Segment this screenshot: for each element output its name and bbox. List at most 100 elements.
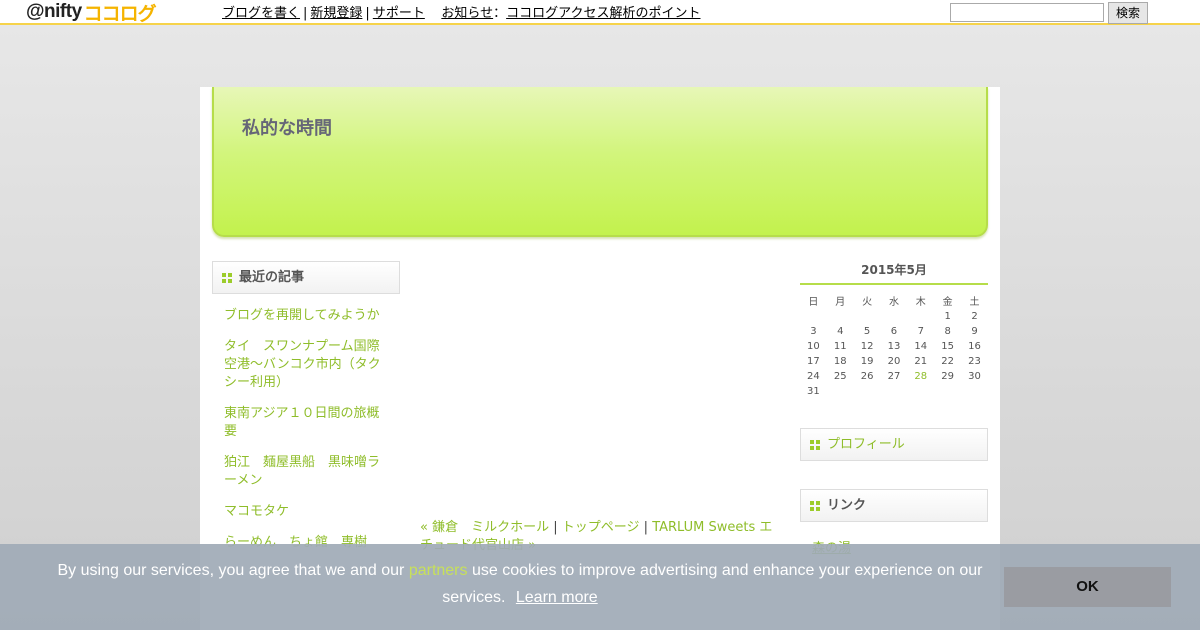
recent-post-link[interactable]: 東南アジア１０日間の旅概要 bbox=[224, 405, 384, 441]
calendar-day: 16 bbox=[968, 341, 981, 352]
calendar-day bbox=[961, 384, 988, 399]
logo-brand: ココログ bbox=[83, 3, 157, 25]
calendar-day bbox=[854, 309, 881, 324]
bullet-squares-icon bbox=[222, 273, 232, 283]
nav-separator: | bbox=[365, 6, 370, 21]
calendar-day: 30 bbox=[968, 371, 981, 382]
calendar-day: 3 bbox=[810, 326, 817, 337]
nav-write-blog[interactable]: ブログを書く bbox=[222, 6, 300, 21]
calendar-day: 14 bbox=[914, 341, 928, 352]
calendar-day: 27 bbox=[887, 371, 901, 382]
calendar-day: 1 bbox=[944, 311, 951, 322]
calendar-day: 26 bbox=[860, 371, 874, 382]
nav-separator: | bbox=[643, 520, 649, 535]
search-input[interactable] bbox=[950, 3, 1104, 22]
calendar-week-row: 31 bbox=[800, 384, 988, 399]
calendar-day-link[interactable]: 28 bbox=[907, 369, 934, 384]
weekday-label: 土 bbox=[969, 296, 980, 308]
top-page-link[interactable]: トップページ bbox=[562, 520, 640, 535]
calendar-day: 29 bbox=[941, 371, 954, 382]
calendar-days: 1 2 3 4 5 6 7 8 9 10 11 12 13 14 15 16 17 18 19 20 21 22 23 24 2… bbox=[800, 309, 988, 399]
calendar-day: 21 bbox=[914, 356, 928, 367]
cookie-text-before: By using our services, you agree that we… bbox=[57, 562, 409, 579]
calendar: 日 月 火 水 木 金 土 1 2 3 4 5 6 7 8 9 10 11 12 13 14 15 16 17 1… bbox=[800, 291, 988, 399]
calendar-week-row: 10 11 12 13 14 15 16 bbox=[800, 339, 988, 354]
profile-heading[interactable]: プロフィール bbox=[800, 428, 988, 461]
top-bar: @nifty ココログ ブログを書く | 新規登録 | サポート お知らせ：ココログアク… bbox=[0, 0, 1200, 25]
calendar-day: 15 bbox=[941, 341, 954, 352]
calendar-weekday-row: 日 月 火 水 木 金 土 bbox=[800, 291, 988, 309]
calendar-week-row: 3 4 5 6 7 8 9 bbox=[800, 324, 988, 339]
calendar-day: 31 bbox=[807, 386, 820, 397]
calendar-day bbox=[907, 309, 934, 324]
calendar-day: 25 bbox=[833, 371, 847, 382]
calendar-day: 10 bbox=[807, 341, 820, 352]
calendar-day: 11 bbox=[833, 341, 847, 352]
recent-posts-heading-label: 最近の記事 bbox=[239, 270, 305, 285]
search-button[interactable]: 検索 bbox=[1108, 2, 1148, 24]
weekday-label: 水 bbox=[888, 296, 899, 308]
nifty-cocolog-logo[interactable]: @nifty ココログ bbox=[26, 1, 157, 25]
bullet-squares-icon bbox=[810, 501, 820, 511]
calendar-week-row: 24 25 26 27 28 29 30 bbox=[800, 369, 988, 384]
calendar-day: 13 bbox=[887, 341, 901, 352]
nav-separator: | bbox=[303, 6, 308, 21]
calendar-day: 2 bbox=[971, 311, 978, 322]
calendar-day: 6 bbox=[890, 326, 898, 337]
learn-more-link[interactable]: Learn more bbox=[516, 589, 598, 606]
calendar-day: 5 bbox=[863, 326, 871, 337]
blog-title[interactable]: 私的な時間 bbox=[242, 114, 332, 140]
weekday-label: 日 bbox=[808, 296, 819, 308]
nav-register[interactable]: 新規登録 bbox=[310, 6, 362, 21]
recent-posts-heading: 最近の記事 bbox=[212, 261, 400, 294]
calendar-week-row: 17 18 19 20 21 22 23 bbox=[800, 354, 988, 369]
cookie-message: By using our services, you agree that we… bbox=[40, 557, 1000, 611]
calendar-day: 9 bbox=[971, 326, 978, 337]
calendar-day bbox=[907, 384, 934, 399]
weekday-label: 金 bbox=[942, 296, 953, 308]
calendar-day: 17 bbox=[807, 356, 820, 367]
bullet-squares-icon bbox=[810, 440, 820, 450]
nav-news[interactable]: お知らせ bbox=[441, 6, 493, 21]
calendar-day bbox=[854, 384, 881, 399]
previous-post-link[interactable]: « 鎌倉 ミルクホール bbox=[420, 520, 549, 535]
partners-link[interactable]: partners bbox=[409, 562, 468, 579]
calendar-day: 12 bbox=[860, 341, 874, 352]
calendar-day: 22 bbox=[941, 356, 954, 367]
profile-heading-label: プロフィール bbox=[827, 437, 905, 452]
calendar-day bbox=[881, 309, 908, 324]
blog-header-banner: 私的な時間 bbox=[212, 87, 988, 237]
recent-post-link[interactable]: 狛江 麺屋黒船 黒味噌ラーメン bbox=[224, 454, 384, 490]
calendar-title: 2015年5月 bbox=[861, 263, 927, 277]
nav-support[interactable]: サポート bbox=[373, 6, 425, 21]
calendar-day bbox=[800, 309, 827, 324]
calendar-divider bbox=[800, 283, 988, 285]
recent-post-link[interactable]: ブログを再開してみようか bbox=[224, 307, 384, 325]
calendar-day: 20 bbox=[887, 356, 901, 367]
calendar-day bbox=[934, 384, 961, 399]
weekday-label: 月 bbox=[835, 296, 846, 308]
calendar-day bbox=[827, 309, 854, 324]
links-heading: リンク bbox=[800, 489, 988, 522]
recent-post-link[interactable]: マコモタケ bbox=[224, 503, 384, 521]
calendar-day bbox=[827, 384, 854, 399]
recent-posts-list: ブログを再開してみようか タイ スワンナプーム国際空港～バンコク市内（タクシー利… bbox=[224, 307, 384, 565]
links-heading-label: リンク bbox=[827, 498, 867, 513]
calendar-day: 24 bbox=[807, 371, 820, 382]
weekday-label: 火 bbox=[862, 296, 873, 308]
nav-separator: | bbox=[553, 520, 558, 535]
calendar-day bbox=[881, 384, 908, 399]
calendar-day: 19 bbox=[860, 356, 874, 367]
cookie-ok-button[interactable]: OK bbox=[1004, 567, 1171, 607]
calendar-day: 7 bbox=[917, 326, 924, 337]
recent-post-link[interactable]: タイ スワンナプーム国際空港～バンコク市内（タクシー利用） bbox=[224, 338, 384, 392]
calendar-week-row: 12 bbox=[800, 309, 988, 324]
nav-colon: ： bbox=[493, 6, 507, 21]
calendar-day: 23 bbox=[968, 356, 981, 367]
weekday-label: 木 bbox=[915, 296, 926, 308]
calendar-day: 18 bbox=[833, 356, 847, 367]
top-nav: ブログを書く | 新規登録 | サポート お知らせ：ココログアクセス解析のポイント bbox=[222, 2, 700, 21]
logo-prefix: @nifty bbox=[26, 1, 82, 22]
nav-access-analysis[interactable]: ココログアクセス解析のポイント bbox=[506, 6, 700, 21]
cookie-consent-bar: By using our services, you agree that we… bbox=[0, 544, 1200, 630]
